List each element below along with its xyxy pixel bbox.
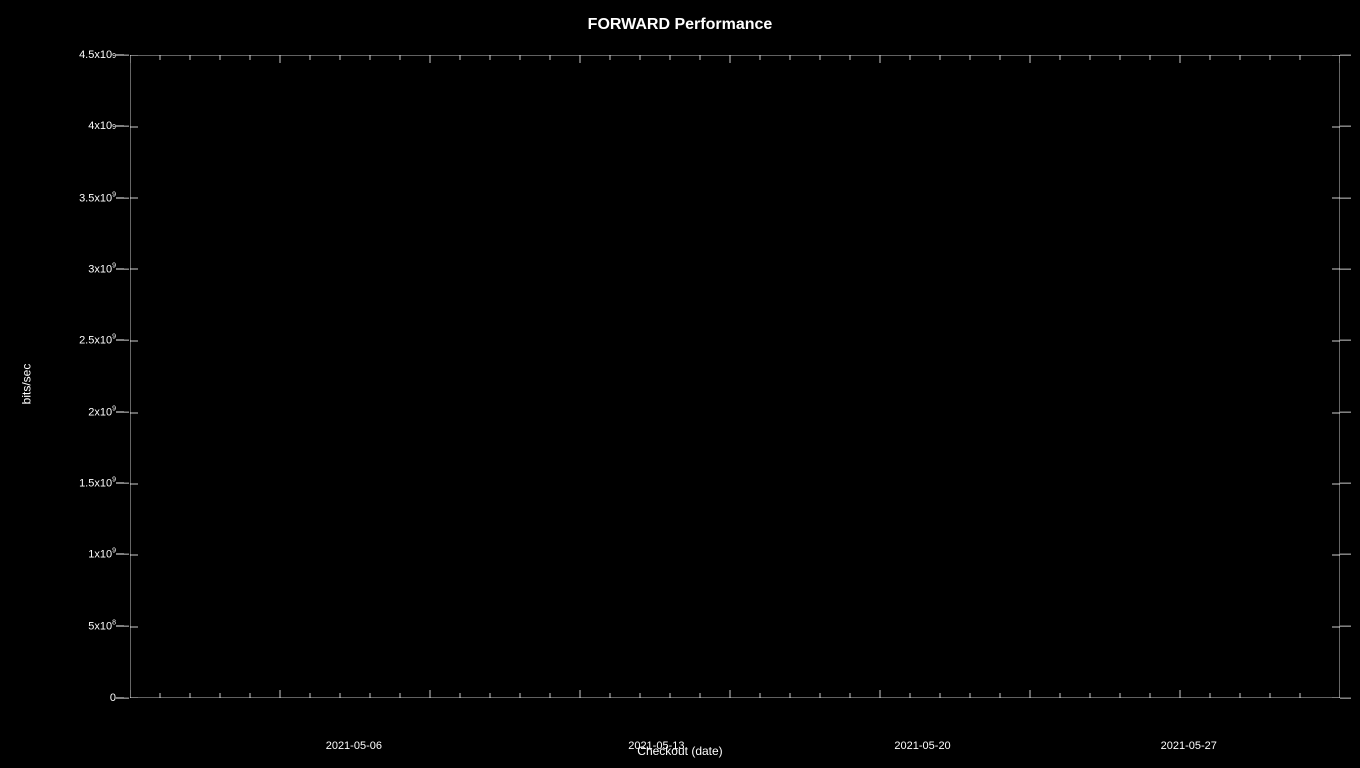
- chart-svg: [130, 55, 1340, 698]
- y-label-2e9: 2x109: [88, 406, 116, 419]
- chart-container: FORWARD Performance bits/sec Checkout (d…: [0, 0, 1360, 768]
- x-label-may27: 2021-05-27: [1161, 740, 1217, 752]
- y-label-1e9: 1x109: [88, 548, 116, 561]
- y-label-3-5e9: 3.5x109: [79, 192, 116, 205]
- y-ticks-right: — — — — — — — — — —: [1340, 55, 1360, 698]
- y-label-2-5e9: 2.5x109: [79, 334, 116, 347]
- y-label-5e8: 5x108: [88, 620, 116, 633]
- y-label-1-5e9: 1.5x109: [79, 477, 116, 490]
- x-label-may06: 2021-05-06: [326, 740, 382, 752]
- y-dash-marks-left: — — — — — — — — — —: [118, 55, 130, 698]
- x-label-may20: 2021-05-20: [894, 740, 950, 752]
- y-label-4-5e9: 4.5x109: [79, 49, 116, 61]
- y-label-4e9: 4x109: [88, 120, 116, 132]
- chart-title: FORWARD Performance: [0, 16, 1360, 34]
- y-label-3e9: 3x109: [88, 263, 116, 276]
- x-label-may13: 2021-05-13: [628, 740, 684, 752]
- y-axis-labels: 4.5x109 4x109 3.5x109 3x109 2.5x109 2x10…: [20, 55, 128, 698]
